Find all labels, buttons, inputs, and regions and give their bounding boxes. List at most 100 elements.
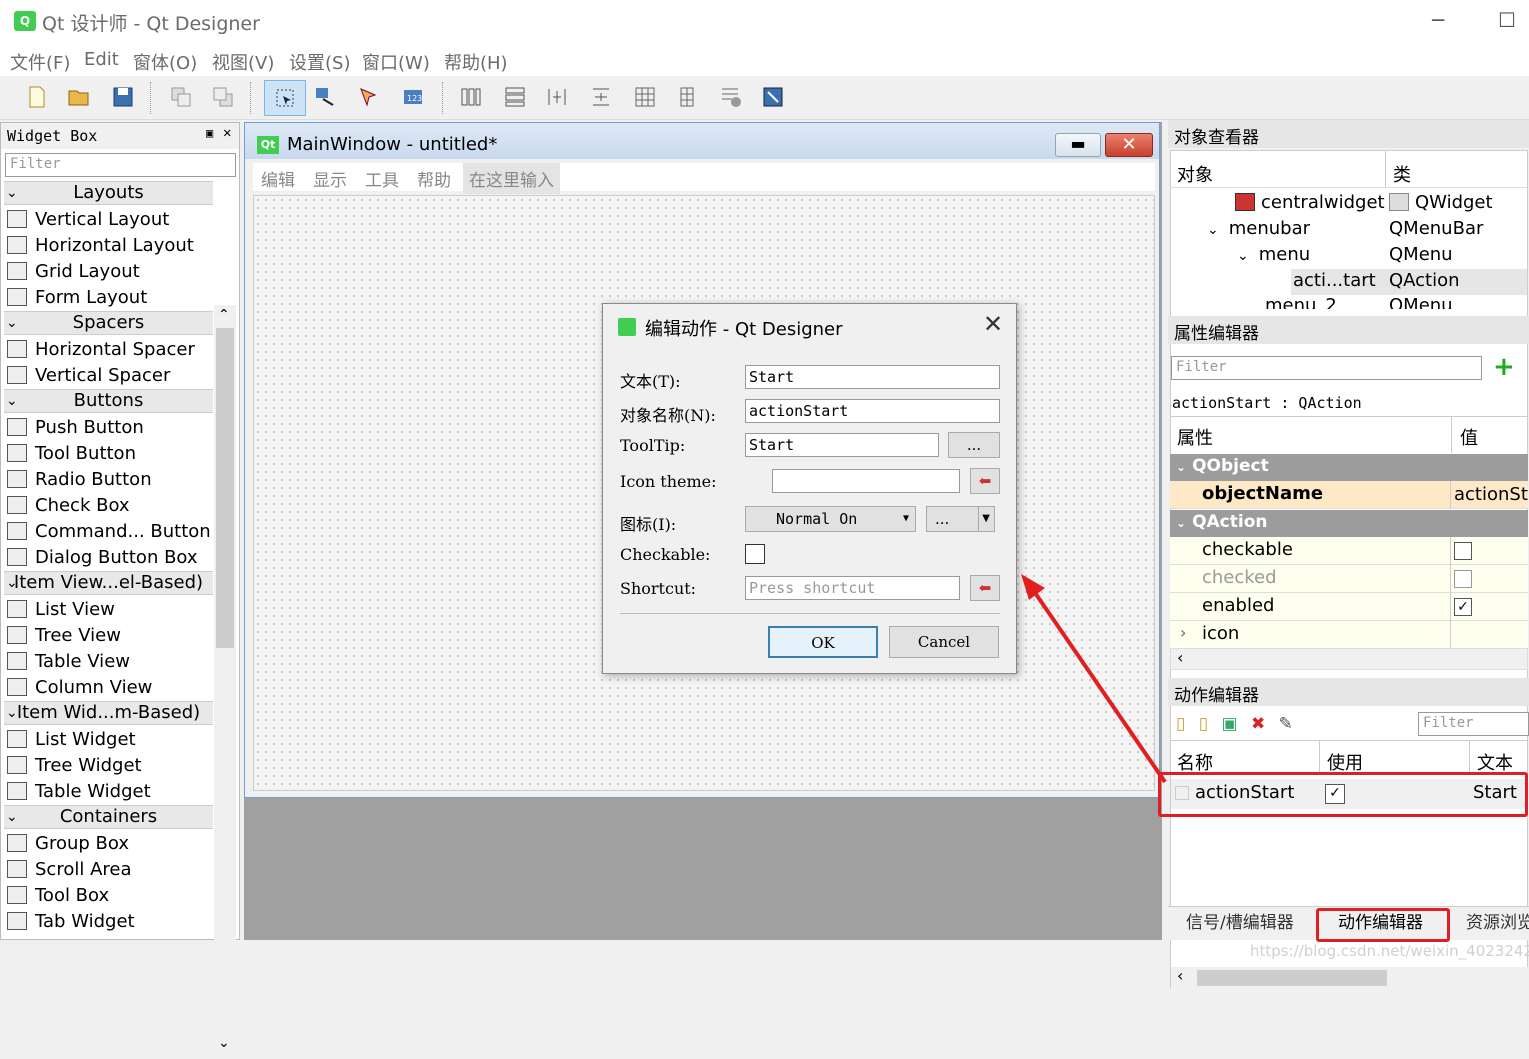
prop-checked[interactable]: checked <box>1170 565 1528 593</box>
icon-pick-button[interactable]: ... ▼ <box>926 506 995 532</box>
form-menu-help[interactable]: 帮助 <box>417 166 451 191</box>
widget-item[interactable]: Vertical Spacer <box>7 363 213 389</box>
widget-item[interactable]: Dialog Button Box <box>7 545 213 571</box>
prop-icon[interactable]: › icon <box>1170 621 1528 649</box>
close-icon[interactable]: ✕ <box>983 310 1003 338</box>
shortcut-field[interactable]: Press shortcut <box>745 576 960 600</box>
group-qaction[interactable]: ⌄ QAction <box>1170 510 1528 537</box>
action-filter-input[interactable]: Filter <box>1418 712 1529 736</box>
widget-item[interactable]: Command... Button <box>7 519 213 545</box>
close-icon[interactable]: ✕ <box>1105 133 1153 157</box>
widget-item[interactable]: Vertical Layout <box>7 207 213 233</box>
widget-filter-input[interactable]: Filter <box>5 153 236 177</box>
prop-value[interactable]: actionSta <box>1454 484 1529 505</box>
widget-item[interactable]: List Widget <box>7 727 213 753</box>
layout-horizontal-icon[interactable] <box>456 82 486 112</box>
tooltip-field[interactable]: Start <box>745 433 939 457</box>
menu-edit[interactable]: Edit <box>84 49 119 70</box>
widget-category[interactable]: ⌄ Layouts <box>4 181 213 205</box>
edit-signals-icon[interactable] <box>310 82 340 112</box>
menu-help[interactable]: 帮助(H) <box>444 49 508 75</box>
scrollbar-thumb[interactable] <box>216 328 234 648</box>
chevron-down-icon[interactable]: ⌄ <box>1207 222 1219 238</box>
cancel-button[interactable]: Cancel <box>889 626 999 658</box>
split-vertical-icon[interactable] <box>586 82 616 112</box>
widget-category[interactable]: ⌄ Spacers <box>4 311 213 335</box>
tree-row-menu[interactable]: ⌄ menu <box>1237 244 1310 265</box>
split-horizontal-icon[interactable] <box>542 82 572 112</box>
tree-row-centralwidget[interactable]: centralwidget <box>1235 192 1385 213</box>
minimize-icon[interactable]: ─ <box>1432 8 1444 32</box>
edit-buddies-icon[interactable] <box>354 82 384 112</box>
send-back-icon[interactable] <box>166 82 196 112</box>
chevron-right-icon[interactable]: › <box>1180 623 1186 642</box>
widget-item[interactable]: Table View <box>7 649 213 675</box>
reset-icon[interactable]: ⬅ <box>970 575 1000 601</box>
widget-item[interactable]: Tool Box <box>7 883 213 909</box>
group-qobject[interactable]: ⌄ QObject <box>1170 454 1528 481</box>
widget-item[interactable]: Column View <box>7 675 213 701</box>
widget-item[interactable]: Grid Layout <box>7 259 213 285</box>
menu-file[interactable]: 文件(F) <box>10 49 70 75</box>
add-property-icon[interactable]: + <box>1493 354 1515 380</box>
checkable-checkbox[interactable] <box>745 544 765 564</box>
float-icon[interactable]: ▣ <box>206 126 213 140</box>
layout-vertical-icon[interactable] <box>500 82 530 112</box>
widget-item[interactable]: Horizontal Spacer <box>7 337 213 363</box>
text-field[interactable]: Start <box>745 365 1000 389</box>
new-action-icon[interactable]: ▯ <box>1176 714 1185 734</box>
chevron-down-icon[interactable]: ▼ <box>978 507 990 531</box>
widget-item[interactable]: Push Button <box>7 415 213 441</box>
reset-icon[interactable]: ⬅ <box>970 468 1000 494</box>
layout-form-icon[interactable] <box>672 82 702 112</box>
action-hscrollbar[interactable]: ‹ <box>1171 966 1529 989</box>
widget-item[interactable]: Tree Widget <box>7 753 213 779</box>
ok-button[interactable]: OK <box>768 626 878 658</box>
widget-item[interactable]: Horizontal Layout <box>7 233 213 259</box>
widget-item[interactable]: List View <box>7 597 213 623</box>
bring-front-icon[interactable] <box>208 82 238 112</box>
menu-view[interactable]: 视图(V) <box>212 49 274 75</box>
new-file-icon[interactable] <box>22 82 52 112</box>
menu-window[interactable]: 窗口(W) <box>362 49 430 75</box>
property-hscrollbar[interactable]: ‹ <box>1170 648 1528 670</box>
widget-item[interactable]: Tab Widget <box>7 909 213 935</box>
break-layout-icon[interactable] <box>716 82 746 112</box>
open-file-icon[interactable] <box>64 82 94 112</box>
form-menu-type-here[interactable]: 在这里输入 <box>463 163 560 194</box>
scroll-down-icon[interactable]: ⌄ <box>218 1035 230 1051</box>
form-menu-view[interactable]: 显示 <box>313 166 347 191</box>
scroll-up-icon[interactable]: ⌃ <box>218 307 230 323</box>
widget-item[interactable]: Form Layout <box>7 285 213 311</box>
edit-tab-order-icon[interactable]: 123 <box>398 82 428 112</box>
menu-settings[interactable]: 设置(S) <box>289 49 350 75</box>
widget-item[interactable]: Check Box <box>7 493 213 519</box>
object-name-field[interactable]: actionStart <box>745 399 1000 423</box>
widget-category[interactable]: ⌄ Buttons <box>4 389 213 413</box>
prop-checkbox[interactable] <box>1454 570 1472 588</box>
adjust-size-icon[interactable] <box>758 82 788 112</box>
chevron-down-icon[interactable]: ⌄ <box>1237 248 1249 264</box>
prop-enabled[interactable]: enabled ✓ <box>1170 593 1528 621</box>
widget-item[interactable]: Group Box <box>7 831 213 857</box>
tab-resource-browser[interactable]: 资源浏览 <box>1466 908 1529 933</box>
delete-action-icon[interactable]: ✖ <box>1251 714 1265 734</box>
tooltip-more-button[interactable]: ... <box>948 432 1000 458</box>
tree-row-menubar[interactable]: ⌄ menubar <box>1207 218 1310 239</box>
close-icon[interactable]: ✕ <box>223 125 231 141</box>
widget-category[interactable]: ⌄ Item Wid...m-Based) <box>4 701 213 725</box>
prop-checkable[interactable]: checkable <box>1170 537 1528 565</box>
widget-category[interactable]: ⌄ Item View...el-Based) <box>4 571 213 595</box>
tree-row-action[interactable]: acti...tart <box>1293 270 1376 291</box>
widget-item[interactable]: Radio Button <box>7 467 213 493</box>
widget-category[interactable]: ⌄ Containers <box>4 805 213 829</box>
minimize-icon[interactable]: ▬ <box>1055 133 1101 157</box>
widget-item[interactable]: Table Widget <box>7 779 213 805</box>
menu-form[interactable]: 窗体(O) <box>133 49 197 75</box>
maximize-icon[interactable]: ☐ <box>1498 8 1516 32</box>
tab-signal-slot-editor[interactable]: 信号/槽编辑器 <box>1186 908 1294 933</box>
layout-grid-icon[interactable] <box>630 82 660 112</box>
form-menu-edit[interactable]: 编辑 <box>261 166 295 191</box>
configure-icon[interactable]: ✎ <box>1279 714 1293 734</box>
widget-item[interactable]: Scroll Area <box>7 857 213 883</box>
